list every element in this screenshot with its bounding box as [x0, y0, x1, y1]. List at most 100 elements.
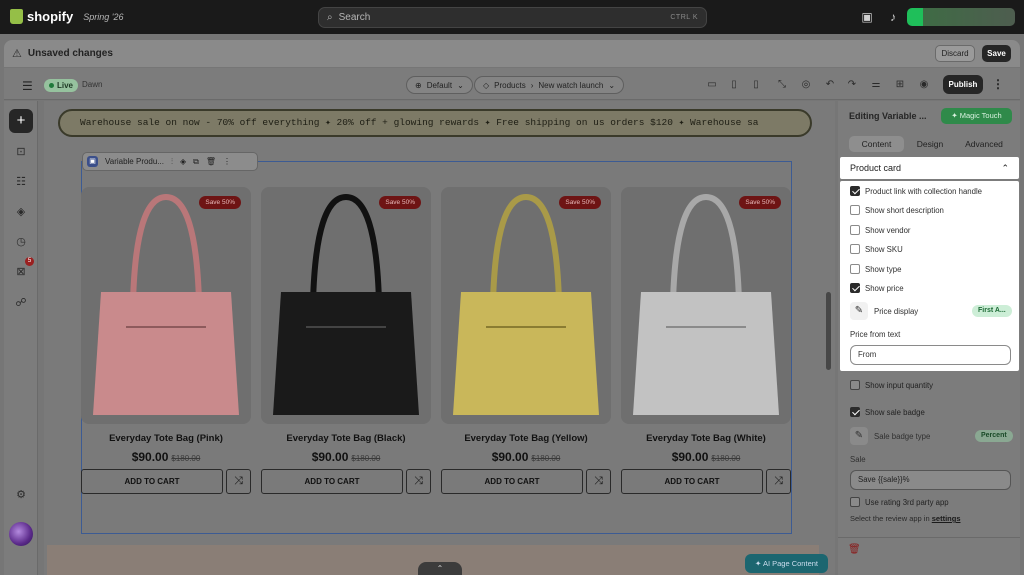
sale-text-input[interactable]: Save {{sale}}% — [850, 470, 1011, 490]
tab-design[interactable]: Design — [907, 136, 953, 152]
history-icon[interactable]: ◷ — [14, 235, 28, 249]
settings-icon[interactable]: ⚙ — [14, 488, 28, 502]
product-title[interactable]: Everyday Tote Bag (Yellow) — [441, 433, 611, 444]
add-section-button[interactable]: + — [9, 109, 33, 133]
mobile-view-icon[interactable]: ▯ — [750, 79, 762, 91]
zoom-icon[interactable]: ⊞ — [894, 79, 906, 91]
tote-bag-illustration — [453, 193, 599, 415]
trash-icon[interactable]: 🗑 — [848, 544, 861, 555]
shuffle-icon[interactable]: ⤨ — [586, 469, 611, 494]
shuffle-icon[interactable]: ⤨ — [226, 469, 251, 494]
canvas-scrollbar[interactable] — [826, 292, 831, 370]
add-to-cart-button[interactable]: ADD TO CART — [81, 469, 223, 494]
record-icon[interactable]: ◎ — [800, 79, 812, 91]
users-icon[interactable]: ☍ — [14, 296, 28, 310]
shuffle-icon[interactable]: ⤨ — [406, 469, 431, 494]
ai-page-content-button[interactable]: ✦ AI Page Content — [745, 554, 828, 573]
add-to-cart-button[interactable]: ADD TO CART — [621, 469, 763, 494]
layers-icon[interactable]: ◈ — [14, 205, 28, 219]
checkbox[interactable] — [850, 264, 860, 274]
option-short-description[interactable]: Show short description — [850, 205, 944, 215]
option-rating-app[interactable]: Use rating 3rd party app — [850, 497, 949, 507]
store-icon[interactable]: ▣ — [860, 10, 874, 24]
magic-touch-button[interactable]: ✦ Magic Touch — [941, 108, 1012, 124]
publish-button[interactable]: Publish — [943, 75, 983, 94]
product-card[interactable]: Save 50% Everyday Tote Bag (White) $90.0… — [621, 187, 791, 494]
checkbox[interactable] — [850, 225, 860, 235]
checkbox[interactable] — [850, 497, 860, 507]
product-title[interactable]: Everyday Tote Bag (Black) — [261, 433, 431, 444]
more-icon[interactable]: ⋮ — [223, 157, 231, 166]
menu-icon[interactable]: ☰ — [22, 79, 33, 93]
delete-icon[interactable]: 🗑 — [206, 157, 216, 166]
sections-icon[interactable]: ⊡ — [14, 145, 28, 159]
option-product-link[interactable]: Product link with collection handle — [850, 186, 982, 196]
inspector-icon[interactable]: ⤡ — [776, 79, 788, 91]
checkbox-checked[interactable] — [850, 407, 860, 417]
announcement-marquee: Warehouse sale on now - 70% off everythi… — [58, 109, 812, 137]
assistant-avatar[interactable] — [9, 522, 33, 546]
add-to-cart-button[interactable]: ADD TO CART — [441, 469, 583, 494]
option-price[interactable]: Show price — [850, 283, 904, 293]
price-display-setting[interactable]: ✎ Price display — [850, 302, 918, 320]
product-image[interactable]: Save 50% — [261, 187, 431, 424]
eye-icon[interactable]: ◉ — [918, 79, 930, 91]
undo-icon[interactable]: ↶ — [824, 79, 836, 91]
product-title[interactable]: Everyday Tote Bag (Pink) — [81, 433, 251, 444]
layers-icon[interactable]: ◈ — [180, 157, 186, 166]
checkbox-checked[interactable] — [850, 186, 860, 196]
chevron-up-icon[interactable]: ⌃ — [418, 562, 462, 575]
product-card[interactable]: Save 50% Everyday Tote Bag (Black) $90.0… — [261, 187, 431, 494]
checkbox[interactable] — [850, 380, 860, 390]
global-search[interactable]: ⌕ Search CTRL K — [318, 7, 707, 28]
option-sale-badge[interactable]: Show sale badge — [850, 407, 925, 417]
tab-content[interactable]: Content — [849, 136, 904, 152]
product-card[interactable]: Save 50% Everyday Tote Bag (Yellow) $90.… — [441, 187, 611, 494]
tablet-view-icon[interactable]: ▯ — [728, 79, 740, 91]
product-card-section-header[interactable]: Product card ⌃ — [840, 157, 1019, 179]
sliders-icon[interactable]: ⚌ — [870, 79, 882, 91]
shuffle-icon[interactable]: ⤨ — [766, 469, 791, 494]
option-type[interactable]: Show type — [850, 264, 901, 274]
blocks-icon[interactable]: ☷ — [14, 175, 28, 189]
product-image[interactable]: Save 50% — [441, 187, 611, 424]
tab-advanced[interactable]: Advanced — [958, 136, 1010, 152]
unsaved-changes-bar: ⚠ Unsaved changes — [4, 40, 1020, 67]
option-sku[interactable]: Show SKU — [850, 244, 903, 254]
product-image[interactable]: Save 50% — [81, 187, 251, 424]
sale-badge-type-value[interactable]: Percent — [975, 430, 1013, 442]
discard-button[interactable]: Discard — [935, 45, 975, 62]
align-icon[interactable]: ⫶ — [171, 157, 173, 167]
template-label: Default — [426, 80, 453, 90]
sale-badge-type-setting[interactable]: ✎ Sale badge type — [850, 427, 930, 445]
template-selector[interactable]: ⊕ Default ⌄ — [406, 76, 473, 94]
product-card[interactable]: Save 50% Everyday Tote Bag (Pink) $90.00… — [81, 187, 251, 494]
save-button[interactable]: Save — [982, 45, 1011, 62]
product-title[interactable]: Everyday Tote Bag (White) — [621, 433, 791, 444]
option-vendor[interactable]: Show vendor — [850, 225, 911, 235]
chevron-down-icon: ⌄ — [457, 80, 464, 90]
checkbox-checked[interactable] — [850, 283, 860, 293]
more-options-icon[interactable]: ⋮ — [992, 77, 1004, 91]
reviews-icon[interactable]: ⊠ — [14, 265, 28, 279]
bell-icon[interactable]: ♪ — [886, 10, 900, 24]
product-image[interactable]: Save 50% — [621, 187, 791, 424]
product-price: $90.00 $180.00 — [131, 450, 201, 464]
block-toolbar[interactable]: ▣ Variable Produ... ⫶ ◈ ⧉ 🗑 ⋮ — [82, 152, 258, 171]
theme-name: Dawn — [82, 80, 103, 89]
section-title: Product card — [850, 163, 902, 173]
desktop-view-icon[interactable]: ▭ — [706, 79, 718, 91]
duplicate-icon[interactable]: ⧉ — [193, 157, 199, 167]
checkbox[interactable] — [850, 244, 860, 254]
shopify-logo[interactable]: shopify Spring '26 — [10, 9, 123, 24]
add-to-cart-button[interactable]: ADD TO CART — [261, 469, 403, 494]
price-display-value[interactable]: First A... — [972, 305, 1012, 317]
breadcrumb-page: New watch launch — [538, 80, 604, 90]
account-menu[interactable] — [907, 8, 1015, 26]
checkbox[interactable] — [850, 205, 860, 215]
redo-icon[interactable]: ↷ — [846, 79, 858, 91]
price-from-input[interactable]: From — [850, 345, 1011, 365]
option-input-quantity[interactable]: Show input quantity — [850, 380, 933, 390]
page-selector[interactable]: ◇ Products › New watch launch ⌄ — [474, 76, 625, 94]
settings-link[interactable]: settings — [932, 514, 961, 523]
